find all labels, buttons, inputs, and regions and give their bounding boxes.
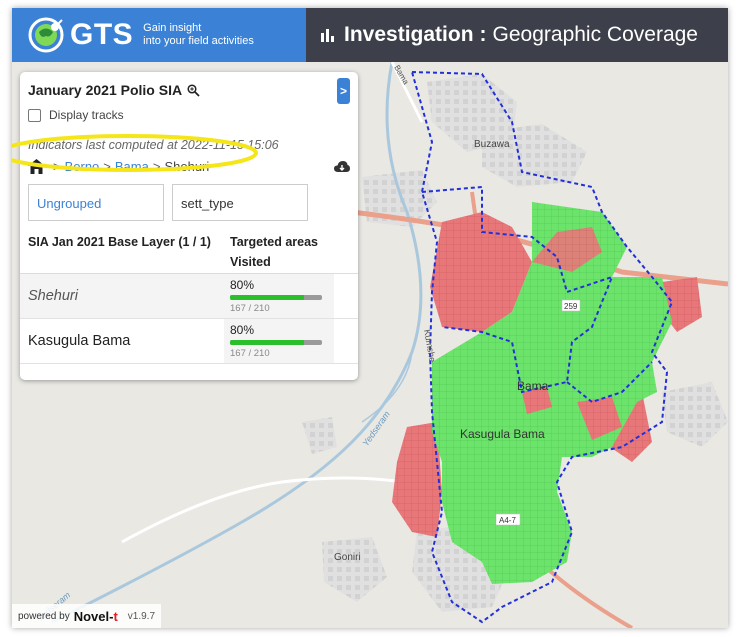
cloud-download-icon[interactable]: [334, 160, 350, 174]
row-name[interactable]: Kasugula Bama: [20, 319, 224, 363]
breadcrumb-current: Shehuri: [164, 159, 210, 174]
table-row[interactable]: Kasugula Bama 80% 167 / 210: [20, 319, 358, 364]
progress-bar: [230, 295, 322, 300]
novel-t-logo-main: Novel-: [73, 608, 114, 624]
expand-panel-button[interactable]: >: [337, 78, 350, 104]
logo-text: GTS: [70, 18, 134, 51]
app-frame: GTS Gain insight into your field activit…: [12, 8, 728, 628]
table-row[interactable]: Shehuri 80% 167 / 210: [20, 274, 358, 319]
row-progress: 80% 167 / 210: [224, 274, 334, 318]
campaign-title-text: January 2021 Polio SIA: [28, 82, 183, 98]
progress-bar-fill: [230, 340, 304, 345]
zoom-icon[interactable]: [187, 83, 200, 97]
tagline-line1: Gain insight: [143, 22, 202, 34]
map-label-kasugula-bama: Kasugula Bama: [460, 427, 545, 441]
computed-timestamp: Indicators last computed at 2022-11-15 1…: [28, 138, 279, 152]
page-title-separator: :: [479, 23, 487, 46]
page-title-bar: Investigation : Geographic Coverage: [306, 8, 728, 62]
novel-t-logo[interactable]: Novel-t: [74, 609, 118, 624]
tagline-line2: into your field activities: [143, 35, 254, 47]
row-percent: 80%: [230, 278, 255, 292]
display-tracks-toggle[interactable]: Display tracks: [28, 108, 124, 122]
page-title: Geographic Coverage: [492, 23, 698, 46]
bar-chart-icon: [321, 29, 334, 42]
breadcrumb-borno[interactable]: Borno: [65, 159, 100, 174]
table-header: SIA Jan 2021 Base Layer (1 / 1) Targeted…: [20, 224, 358, 274]
coverage-panel: January 2021 Polio SIA > Display tracks …: [20, 72, 358, 380]
display-tracks-label: Display tracks: [49, 108, 124, 122]
display-tracks-checkbox[interactable]: [28, 108, 41, 122]
row-progress: 80% 167 / 210: [224, 319, 334, 363]
group-sett-type-button[interactable]: sett_type: [172, 184, 308, 221]
powered-by-label: powered by: [18, 610, 70, 622]
campaign-title: January 2021 Polio SIA: [28, 82, 200, 98]
footer: powered by Novel-t v1.9.7: [12, 604, 162, 628]
novel-t-logo-accent: t: [113, 608, 118, 624]
breadcrumb: > Borno > Bama > Shehuri: [28, 159, 209, 174]
map-label-259: 259: [564, 302, 578, 311]
row-percent: 80%: [230, 323, 255, 337]
breadcrumb-separator: >: [103, 159, 111, 174]
column-header-layer[interactable]: SIA Jan 2021 Base Layer (1 / 1): [20, 224, 224, 273]
map-label-goniri: Goniri: [334, 552, 361, 563]
page-title-section: Investigation: [344, 23, 474, 46]
coverage-table: SIA Jan 2021 Base Layer (1 / 1) Targeted…: [20, 224, 358, 364]
brand-area[interactable]: GTS Gain insight into your field activit…: [12, 8, 306, 62]
map-label-buzawa: Buzawa: [474, 139, 510, 150]
globe-logo-icon: [28, 17, 64, 53]
breadcrumb-separator: >: [53, 159, 61, 174]
group-ungrouped-button[interactable]: Ungrouped: [28, 184, 164, 221]
app-header: GTS Gain insight into your field activit…: [12, 8, 728, 62]
progress-bar-fill: [230, 295, 304, 300]
row-counts: 167 / 210: [230, 348, 270, 359]
breadcrumb-separator: >: [152, 159, 161, 174]
progress-bar: [230, 340, 322, 345]
home-icon[interactable]: [28, 159, 45, 174]
breadcrumb-bama[interactable]: Bama: [115, 159, 149, 174]
app-version: v1.9.7: [127, 610, 156, 622]
row-counts: 167 / 210: [230, 303, 270, 314]
map-label-bama: Bama: [517, 379, 549, 393]
map-label-a47: A4-7: [499, 516, 516, 525]
column-header-visited[interactable]: Targeted areas Visited: [224, 224, 344, 273]
row-name[interactable]: Shehuri: [20, 274, 224, 318]
tagline: Gain insight into your field activities: [143, 22, 254, 48]
